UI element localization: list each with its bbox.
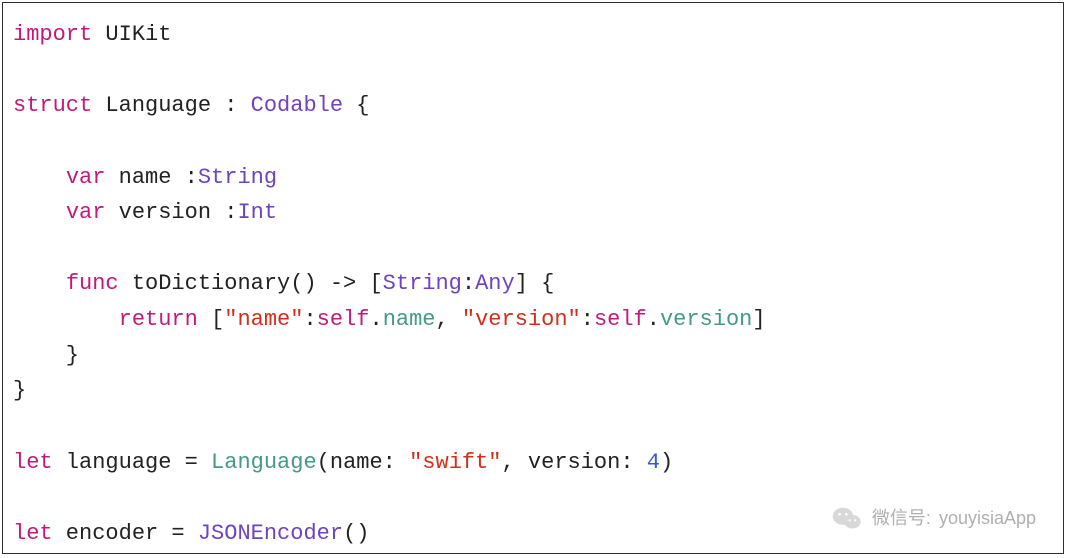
code-token: : [462,271,475,296]
code-token: , [436,307,462,332]
code-token: struct [13,93,92,118]
code-token: var [66,165,106,190]
code-token: ] [752,307,765,332]
code-content: import UIKit struct Language : Codable {… [13,22,766,554]
code-token: name [383,307,436,332]
code-token: [ [198,307,224,332]
code-token: return [119,307,198,332]
code-token: String [383,271,462,296]
code-token: encoder = [53,521,198,546]
code-token: name : [105,165,197,190]
code-token [13,271,66,296]
code-block: import UIKit struct Language : Codable {… [2,2,1064,554]
code-token: "swift" [409,450,501,475]
code-token: . [647,307,660,332]
code-token: Language [211,450,317,475]
code-token: ) [660,450,673,475]
code-token: self [594,307,647,332]
code-token: toDictionary() -> [ [119,271,383,296]
code-token: Language : [92,93,250,118]
code-token: UIKit [92,22,171,47]
code-token: } [13,378,26,403]
code-token: Codable [251,93,343,118]
code-token: (name: [317,450,409,475]
code-token: , version: [502,450,647,475]
code-token: version [660,307,752,332]
code-token: version : [105,200,237,225]
code-token: } [13,343,79,368]
code-token: JSONEncoder [198,521,343,546]
code-token: String [198,165,277,190]
code-token: import [13,22,92,47]
code-token: () [343,521,369,546]
code-token: var [66,200,106,225]
code-token: : [581,307,594,332]
code-token [13,307,119,332]
code-token: "name" [224,307,303,332]
code-token [13,200,66,225]
code-token: self [317,307,370,332]
code-token: let [13,521,53,546]
code-token: { [343,93,369,118]
code-token: : [303,307,316,332]
code-token: Int [237,200,277,225]
code-token: 4 [647,450,660,475]
code-token: func [66,271,119,296]
code-token: language = [53,450,211,475]
code-token: . [369,307,382,332]
code-token: "version" [462,307,581,332]
code-token: ] { [515,271,555,296]
code-token: Any [475,271,515,296]
code-token [13,165,66,190]
code-token: let [13,450,53,475]
